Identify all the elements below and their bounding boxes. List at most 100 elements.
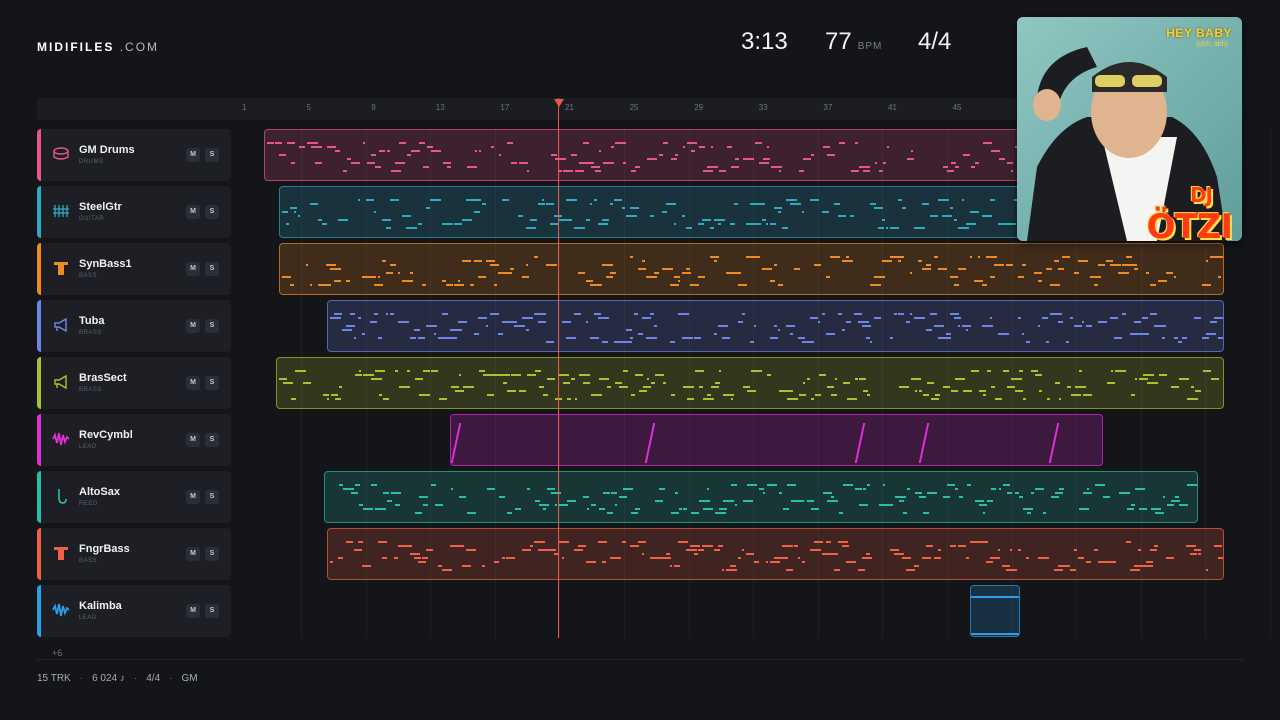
note [761, 219, 766, 221]
note [387, 500, 393, 502]
mute-button[interactable]: M [186, 490, 200, 504]
note [401, 280, 413, 282]
note [415, 150, 418, 152]
clip-altosax[interactable] [324, 471, 1199, 523]
note [382, 557, 388, 559]
note [399, 142, 407, 144]
mute-button[interactable]: M [186, 148, 200, 162]
mute-button[interactable]: M [186, 604, 200, 618]
note [1011, 170, 1014, 172]
tempo-readout: 77 BPM [825, 28, 882, 56]
clip-tuba[interactable] [327, 300, 1224, 352]
note [894, 313, 898, 315]
solo-button[interactable]: S [205, 490, 219, 504]
solo-button[interactable]: S [205, 376, 219, 390]
solo-button[interactable]: S [205, 604, 219, 618]
note [1022, 333, 1025, 335]
track-header-revcymbl[interactable]: RevCymbl LEAD M S [37, 414, 231, 466]
note [354, 374, 362, 376]
note [1046, 398, 1050, 400]
track-color-bar [37, 414, 41, 466]
note [626, 329, 633, 331]
note [738, 321, 744, 323]
note [978, 390, 986, 392]
note [855, 488, 863, 490]
note [782, 390, 793, 392]
note [1054, 313, 1063, 315]
note [727, 146, 733, 148]
track-header-tuba[interactable]: Tuba BRASS M S [37, 300, 231, 352]
note [722, 337, 731, 339]
note [1061, 256, 1070, 258]
track-header-altosax[interactable]: AltoSax REED M S [37, 471, 231, 523]
solo-button[interactable]: S [205, 148, 219, 162]
note [1157, 280, 1167, 282]
clip-brassect[interactable] [275, 357, 1224, 409]
playhead[interactable] [558, 98, 559, 638]
file-info-footer: 15 TRK · 6 024 ♪ · 4/4 · GM [37, 673, 198, 684]
mute-button[interactable]: M [186, 547, 200, 561]
note [417, 223, 422, 225]
note [467, 512, 477, 514]
note [331, 146, 337, 148]
note [907, 158, 915, 160]
mute-button[interactable]: M [186, 319, 200, 333]
note [914, 390, 917, 392]
note [767, 146, 770, 148]
solo-button[interactable]: S [205, 433, 219, 447]
note [574, 549, 584, 551]
note [1194, 317, 1202, 319]
note [374, 313, 379, 315]
note [1129, 264, 1137, 266]
note [414, 557, 422, 559]
note [373, 211, 376, 213]
more-tracks-indicator[interactable]: +6 [52, 648, 62, 658]
note [773, 207, 782, 209]
note [859, 504, 869, 506]
clip-steelgtr[interactable] [278, 186, 1031, 238]
note [743, 158, 755, 160]
track-header-steelgtr[interactable]: SteelGtr GUITAR M S [37, 186, 231, 238]
note [566, 398, 571, 400]
track-category: DRUMS [79, 159, 104, 165]
mute-button[interactable]: M [186, 262, 200, 276]
solo-button[interactable]: S [205, 262, 219, 276]
note [1051, 496, 1060, 498]
solo-button[interactable]: S [205, 547, 219, 561]
track-header-kalimba[interactable]: Kalimba LEAD M S [37, 585, 231, 637]
note [898, 386, 909, 388]
track-header-fngrbass[interactable]: FngrBass BASS M S [37, 528, 231, 580]
note [1018, 549, 1022, 551]
note [838, 313, 843, 315]
clip-gm-drums[interactable] [264, 129, 1031, 181]
note [842, 329, 846, 331]
clip-fngrbass[interactable] [327, 528, 1224, 580]
note [634, 313, 639, 315]
track-color-bar [37, 186, 41, 238]
note [1066, 341, 1070, 343]
mute-button[interactable]: M [186, 205, 200, 219]
track-header-synbass1[interactable]: SynBass1 BASS M S [37, 243, 231, 295]
solo-button[interactable]: S [205, 205, 219, 219]
track-header-brassect[interactable]: BrasSect BRASS M S [37, 357, 231, 409]
mute-button[interactable]: M [186, 433, 200, 447]
playhead-handle[interactable] [554, 99, 564, 107]
note [825, 276, 830, 278]
note [731, 166, 740, 168]
note [289, 284, 294, 286]
note [958, 325, 961, 327]
note [446, 337, 458, 339]
note [990, 317, 993, 319]
cover-song-title: HEY BABY [1166, 26, 1232, 40]
solo-button[interactable]: S [205, 319, 219, 333]
track-header-gm-drums[interactable]: GM Drums DRUMS M S [37, 129, 231, 181]
note [559, 170, 563, 172]
mute-button[interactable]: M [186, 376, 200, 390]
note [869, 284, 881, 286]
note [418, 561, 427, 563]
clip-kalimba[interactable] [970, 585, 1021, 637]
clip-synbass1[interactable] [278, 243, 1224, 295]
note [910, 378, 921, 380]
clip-revcymbl[interactable] [450, 414, 1103, 466]
note [906, 569, 916, 571]
